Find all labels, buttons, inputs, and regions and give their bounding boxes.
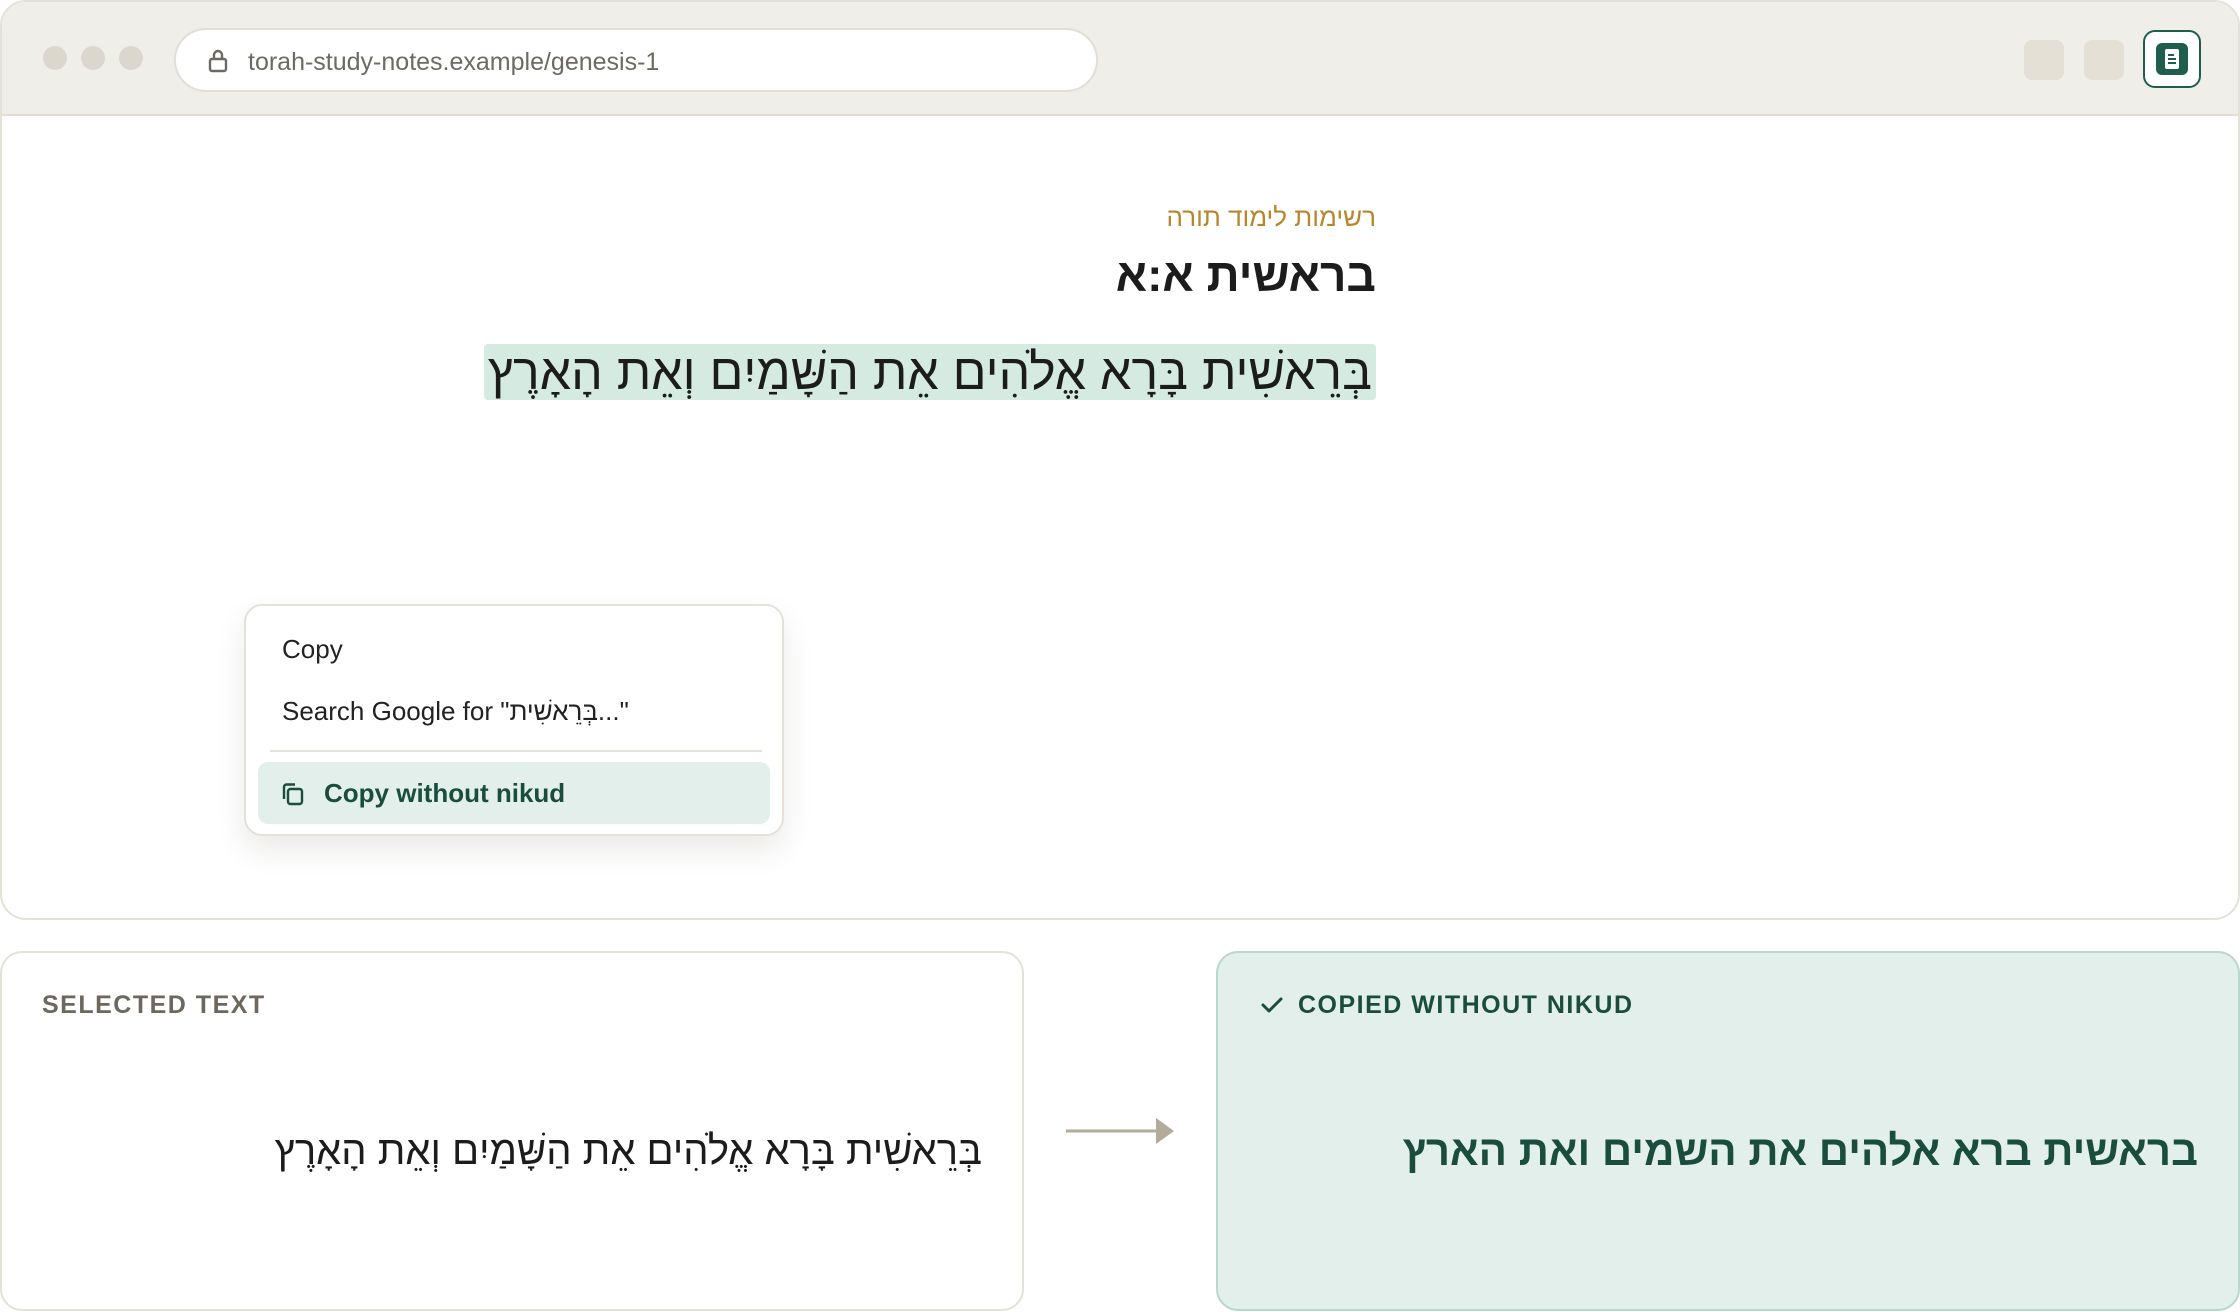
- copy-icon: [282, 783, 304, 806]
- menu-item-label: Copy without nikud: [324, 778, 566, 808]
- window-close-control[interactable]: [43, 46, 67, 70]
- window-maximize-control[interactable]: [119, 46, 143, 70]
- address-bar[interactable]: torah-study-notes.example/genesis-1: [174, 28, 1098, 92]
- context-menu: Copy Search Google for "בְּרֵאשִׁית..." …: [244, 604, 784, 836]
- window-minimize-control[interactable]: [81, 46, 105, 70]
- toolbar-button[interactable]: [2024, 40, 2064, 80]
- copied-text-panel: COPIED WITHOUT NIKUD בראשית ברא אלהים את…: [1216, 951, 2240, 1311]
- page-label: רשימות לימוד תורה: [1166, 202, 1376, 232]
- menu-item-copy-without-nikud[interactable]: Copy without nikud: [258, 762, 770, 824]
- selected-text: בְּרֵאשִׁית בָּרָא אֱלֹהִים אֵת הַשָּׁמַ…: [274, 1129, 982, 1173]
- panel-heading: COPIED WITHOUT NIKUD: [1298, 991, 1634, 1019]
- arrow-right-icon: [1066, 1118, 1174, 1144]
- toolbar-button[interactable]: [2084, 40, 2124, 80]
- selected-text-panel: SELECTED TEXT בְּרֵאשִׁית בָּרָא אֱלֹהִי…: [0, 951, 1024, 1311]
- menu-divider: [270, 750, 762, 752]
- document-icon: [2156, 43, 2188, 75]
- menu-item-copy[interactable]: Copy: [282, 634, 343, 665]
- browser-toolbar: torah-study-notes.example/genesis-1: [2, 2, 2238, 116]
- extension-button[interactable]: [2143, 30, 2201, 88]
- panel-heading: SELECTED TEXT: [42, 991, 266, 1019]
- lock-icon: [208, 49, 228, 73]
- browser-window: torah-study-notes.example/genesis-1 רשימ…: [0, 0, 2240, 920]
- check-icon: [1261, 997, 1283, 1013]
- url-text: torah-study-notes.example/genesis-1: [248, 48, 660, 76]
- page-title: בראשית א:א: [1115, 249, 1376, 301]
- selected-verse[interactable]: בְּרֵאשִׁית בָּרָא אֱלֹהִים אֵת הַשָּׁמַ…: [483, 344, 1376, 400]
- copied-text: בראשית ברא אלהים את השמים ואת הארץ: [1402, 1127, 2198, 1174]
- menu-item-search-google[interactable]: Search Google for "בְּרֵאשִׁית...": [282, 696, 629, 727]
